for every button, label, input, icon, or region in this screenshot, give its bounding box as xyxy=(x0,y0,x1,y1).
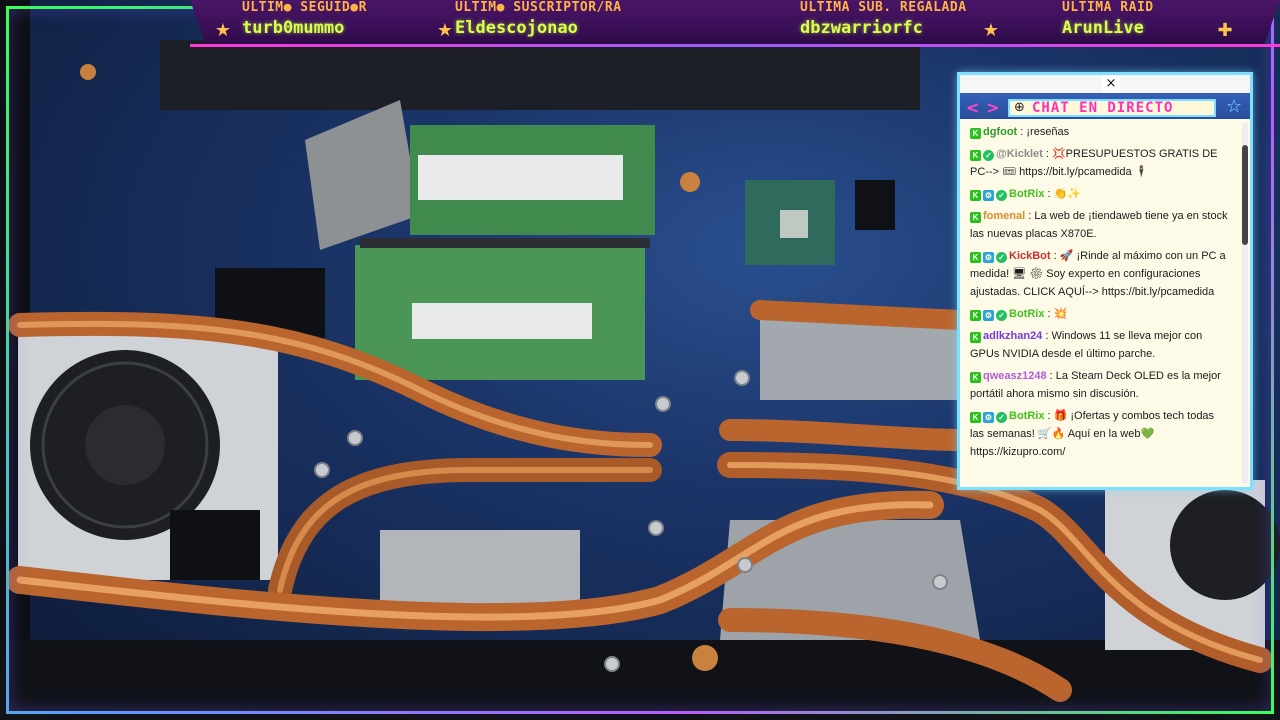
stats-bar-glow xyxy=(190,44,1280,47)
chat-message: K ⚙ ✓ BotRix : 👏✨ xyxy=(970,185,1230,203)
chat-username[interactable]: BotRix xyxy=(1009,188,1044,200)
chat-title-box: ⊕ CHAT EN DIRECTO xyxy=(1008,99,1216,117)
latest-raid-stat: ÚLTIMA RAID ArunLive xyxy=(1062,0,1154,40)
chat-separator: : xyxy=(1044,410,1054,422)
chat-separator: : xyxy=(1044,308,1054,320)
chat-message: K ⚙ ✓ KickBot : 🚀 ¡Rinde al máximo con un P… xyxy=(970,247,1230,301)
kick-badge-icon: K xyxy=(970,212,981,223)
close-icon[interactable]: × xyxy=(1102,75,1120,93)
chat-message: K ✓ @Kicklet : 💢PRESUPUESTOS GRATIS DE PC-… xyxy=(970,145,1230,181)
chat-message: Kdgfoot : ¡reseñas xyxy=(970,123,1230,141)
verified-badge-icon: ✓ xyxy=(996,252,1007,263)
star-icon[interactable]: ☆ xyxy=(1226,97,1242,117)
chat-username[interactable]: dgfoot xyxy=(983,126,1017,138)
chat-username[interactable]: KickBot xyxy=(1009,250,1051,262)
latest-subscriber-stat: ÚLTIM● SUSCRIPTOR/RA Eldescojonao xyxy=(455,0,622,40)
chevron-right-icon[interactable]: > xyxy=(986,99,999,117)
kick-badge-icon: K xyxy=(970,190,981,201)
chat-message: Kqweasz1248 : La Steam Deck OLED es la m… xyxy=(970,367,1230,403)
chat-message: K ⚙ ✓ BotRix : 💥 xyxy=(970,305,1230,323)
chat-messages: Kdgfoot : ¡reseñas K ✓ @Kicklet : 💢PRESUPUE… xyxy=(960,121,1238,487)
kick-badge-icon: K xyxy=(970,150,981,161)
chat-separator: : xyxy=(1017,126,1027,138)
star-icon: ★ xyxy=(214,20,232,41)
latest-follower-label: ÚLTIM● SEGUID●R xyxy=(242,0,367,15)
kick-badge-icon: K xyxy=(970,252,981,263)
bot-badge-icon: ⚙ xyxy=(983,310,994,321)
kick-badge-icon: K xyxy=(970,128,981,139)
chat-username[interactable]: adlkzhan24 xyxy=(983,330,1042,342)
latest-gifted-sub-label: ÚLTIMA SUB. REGALADA xyxy=(800,0,967,15)
verified-badge-icon: ✓ xyxy=(983,150,994,161)
latest-subscriber-label: ÚLTIM● SUSCRIPTOR/RA xyxy=(455,0,622,15)
chat-separator: : xyxy=(1025,210,1035,222)
chat-separator: : xyxy=(1050,250,1060,262)
chat-separator: : xyxy=(1044,188,1054,200)
verified-badge-icon: ✓ xyxy=(996,190,1007,201)
latest-follower-stat: ÚLTIM● SEGUID●R turb0mummo xyxy=(242,0,367,40)
gift-icon: ✚ xyxy=(1217,20,1233,41)
chat-message: Kadlkzhan24 : Windows 11 se lleva mejor … xyxy=(970,327,1230,363)
chat-username[interactable]: @Kicklet xyxy=(996,148,1043,160)
bot-badge-icon: ⚙ xyxy=(983,252,994,263)
chat-panel: × < > ⊕ CHAT EN DIRECTO ☆ Kdgfoot : ¡res… xyxy=(957,72,1253,490)
chat-message-text: 💥 xyxy=(1053,308,1068,320)
chat-username[interactable]: BotRix xyxy=(1009,308,1044,320)
chat-message: K ⚙ ✓ BotRix : 🎁 ¡Ofertas y combos tech tod… xyxy=(970,407,1230,461)
kick-badge-icon: K xyxy=(970,332,981,343)
chat-scrollbar-thumb[interactable] xyxy=(1242,145,1248,245)
chat-message-text: ¡reseñas xyxy=(1026,126,1070,138)
chat-username[interactable]: fomenal xyxy=(983,210,1025,222)
chat-separator: : xyxy=(1042,148,1052,160)
latest-raid-value: ArunLive xyxy=(1062,18,1144,38)
chat-title: CHAT EN DIRECTO xyxy=(1032,100,1174,116)
chat-username[interactable]: qweasz1248 xyxy=(983,370,1047,382)
kick-badge-icon: K xyxy=(970,310,981,321)
latest-follower-value: turb0mummo xyxy=(242,18,345,38)
latest-gifted-sub-value: dbzwarriorfc xyxy=(800,18,923,38)
bot-badge-icon: ⚙ xyxy=(983,190,994,201)
kick-badge-icon: K xyxy=(970,372,981,383)
latest-gifted-sub-stat: ÚLTIMA SUB. REGALADA dbzwarriorfc xyxy=(800,0,967,40)
latest-subscriber-value: Eldescojonao xyxy=(455,18,578,38)
latest-raid-label: ÚLTIMA RAID xyxy=(1062,0,1154,15)
chat-username[interactable]: BotRix xyxy=(1009,410,1044,422)
verified-badge-icon: ✓ xyxy=(996,310,1007,321)
globe-icon: ⊕ xyxy=(1014,100,1025,115)
chevron-left-icon[interactable]: < xyxy=(966,99,979,117)
verified-badge-icon: ✓ xyxy=(996,412,1007,423)
star-icon: ★ xyxy=(436,20,454,41)
kick-badge-icon: K xyxy=(970,412,981,423)
chat-message-text: 👏✨ xyxy=(1053,188,1082,200)
chat-separator: : xyxy=(1046,370,1056,382)
chat-message: Kfomenal : La web de ¡tiendaweb tiene ya… xyxy=(970,207,1230,243)
bot-badge-icon: ⚙ xyxy=(983,412,994,423)
star-icon: ★ xyxy=(982,20,1000,41)
